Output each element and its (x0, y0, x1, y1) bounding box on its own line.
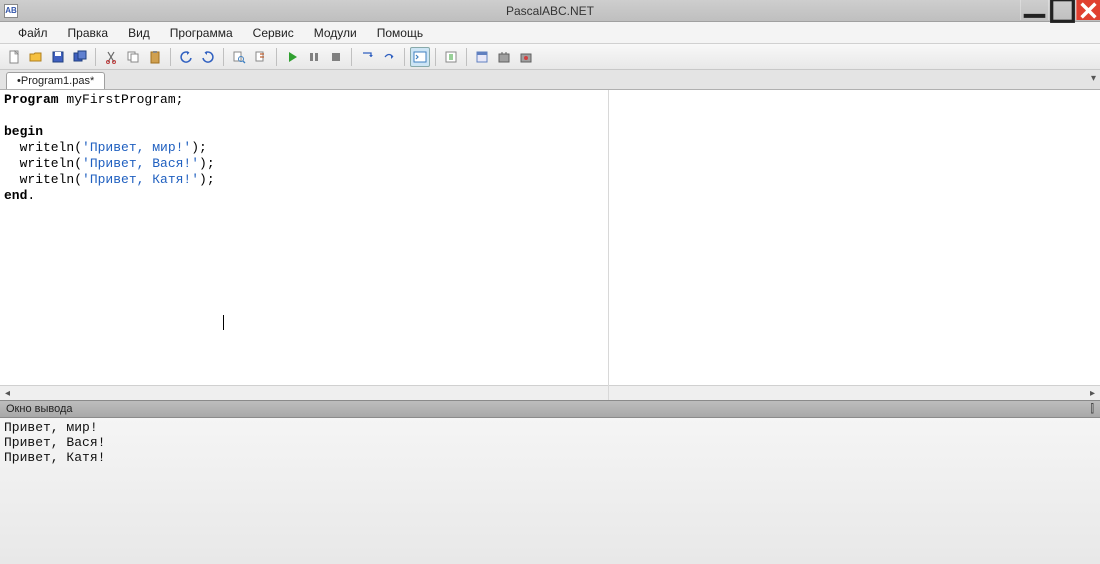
output-panel-header: Окно вывода ⫿ (0, 400, 1100, 418)
form-designer-icon[interactable] (472, 47, 492, 67)
close-button[interactable] (1076, 0, 1100, 20)
cut-icon[interactable] (101, 47, 121, 67)
pin-icon[interactable]: ⫿ (1090, 403, 1094, 416)
redo-icon[interactable] (198, 47, 218, 67)
compile-icon[interactable] (441, 47, 461, 67)
build-icon[interactable] (516, 47, 536, 67)
output-panel-title: Окно вывода (6, 403, 73, 415)
code-text: myFirstProgram; (59, 92, 184, 107)
code-content[interactable]: Program myFirstProgram; begin writeln('П… (0, 90, 1100, 385)
tab-active[interactable]: •Program1.pas* (6, 72, 105, 89)
scroll-left-icon[interactable]: ◂ (0, 388, 15, 399)
tab-label: •Program1.pas* (17, 75, 94, 87)
code-text: writeln( (4, 140, 82, 155)
code-text: ); (199, 156, 215, 171)
copy-icon[interactable] (123, 47, 143, 67)
output-line: Привет, мир! (4, 420, 98, 435)
menu-modules[interactable]: Модули (304, 23, 367, 43)
save-all-icon[interactable] (70, 47, 90, 67)
string-literal: 'Привет, Вася!' (82, 156, 199, 171)
replace-icon[interactable] (251, 47, 271, 67)
code-text: . (27, 188, 35, 203)
open-file-icon[interactable] (26, 47, 46, 67)
save-icon[interactable] (48, 47, 68, 67)
keyword-begin: begin (4, 124, 43, 139)
toolbar (0, 44, 1100, 70)
toolbar-separator (170, 48, 171, 66)
app-icon: AB (4, 4, 18, 18)
menu-view[interactable]: Вид (118, 23, 160, 43)
string-literal: 'Привет, Катя!' (82, 172, 199, 187)
maximize-button[interactable] (1048, 0, 1076, 20)
step-over-icon[interactable] (379, 47, 399, 67)
step-into-icon[interactable] (357, 47, 377, 67)
paste-icon[interactable] (145, 47, 165, 67)
title-bar: AB PascalABC.NET (0, 0, 1100, 22)
toolbar-separator (223, 48, 224, 66)
menu-help[interactable]: Помощь (367, 23, 433, 43)
code-text: writeln( (4, 172, 82, 187)
string-literal: 'Привет, мир!' (82, 140, 191, 155)
code-text: ); (191, 140, 207, 155)
generate-exe-icon[interactable] (494, 47, 514, 67)
menu-file[interactable]: Файл (8, 23, 58, 43)
output-line: Привет, Катя! (4, 450, 105, 465)
toolbar-separator (435, 48, 436, 66)
tab-strip: •Program1.pas* ▾ (0, 70, 1100, 90)
scroll-right-icon[interactable]: ▸ (1085, 388, 1100, 399)
output-panel-body[interactable]: Привет, мир! Привет, Вася! Привет, Катя! (0, 418, 1100, 564)
window-buttons (1020, 0, 1100, 22)
toolbar-separator (404, 48, 405, 66)
code-editor[interactable]: Program myFirstProgram; begin writeln('П… (0, 90, 1100, 400)
undo-icon[interactable] (176, 47, 196, 67)
horizontal-scrollbar[interactable]: ◂ ▸ (0, 385, 1100, 400)
menu-service[interactable]: Сервис (243, 23, 304, 43)
pause-icon[interactable] (304, 47, 324, 67)
tab-list-dropdown-icon[interactable]: ▾ (1091, 73, 1096, 84)
find-icon[interactable] (229, 47, 249, 67)
stop-icon[interactable] (326, 47, 346, 67)
code-text: writeln( (4, 156, 82, 171)
toolbar-separator (351, 48, 352, 66)
new-file-icon[interactable] (4, 47, 24, 67)
console-icon[interactable] (410, 47, 430, 67)
window-title: PascalABC.NET (0, 4, 1100, 18)
keyword-end: end (4, 188, 27, 203)
menu-bar: Файл Правка Вид Программа Сервис Модули … (0, 22, 1100, 44)
minimize-button[interactable] (1020, 0, 1048, 20)
toolbar-separator (276, 48, 277, 66)
code-text: ); (199, 172, 215, 187)
toolbar-separator (466, 48, 467, 66)
menu-edit[interactable]: Правка (58, 23, 119, 43)
run-icon[interactable] (282, 47, 302, 67)
toolbar-separator (95, 48, 96, 66)
output-line: Привет, Вася! (4, 435, 105, 450)
menu-program[interactable]: Программа (160, 23, 243, 43)
keyword-program: Program (4, 92, 59, 107)
